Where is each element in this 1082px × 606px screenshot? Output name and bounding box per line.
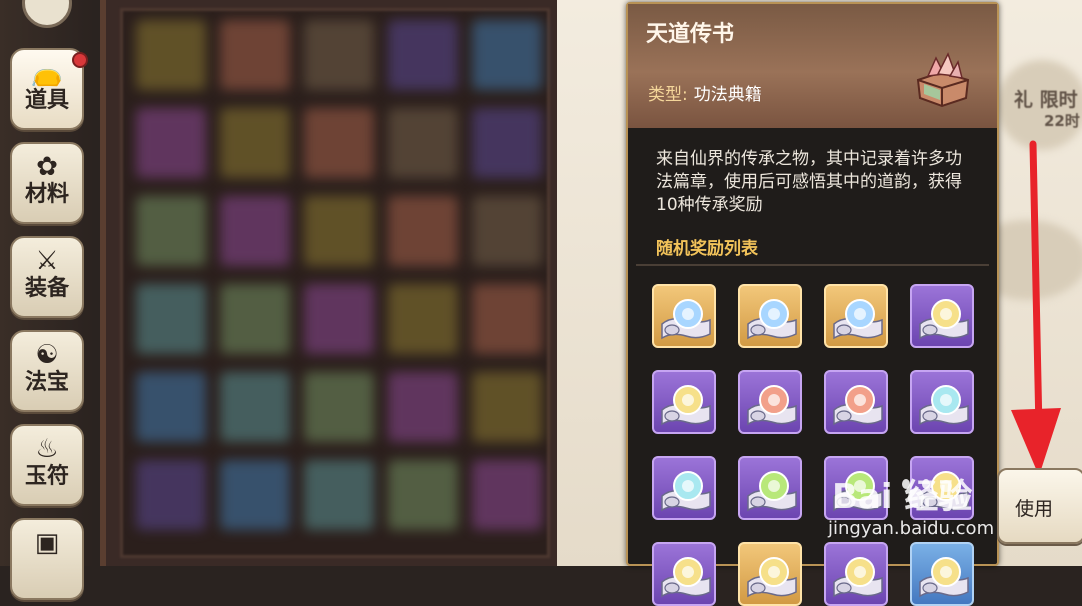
scroll-orb-icon [747,557,797,598]
back-button[interactable] [22,0,72,28]
inventory-slot[interactable] [220,372,290,442]
reward-item[interactable] [738,370,802,434]
inventory-slot[interactable] [220,284,290,354]
inventory-slot[interactable] [304,460,374,530]
notification-dot [72,52,88,68]
inventory-slot[interactable] [304,20,374,90]
inventory-slot[interactable] [388,196,458,266]
scroll-orb-icon [919,557,969,598]
scroll-chest-icon [916,52,970,108]
inventory-slot[interactable] [388,372,458,442]
watermark-brand: Bai 经验 [832,477,972,517]
scroll-orb-icon [747,471,797,512]
reward-item[interactable] [738,542,802,606]
baidu-paw-logo: Bai 经验 [832,477,972,517]
reward-item[interactable] [824,284,888,348]
item-name: 天道传书 [646,22,735,47]
armor-icon: ⚔ [35,246,59,276]
inventory-slot[interactable] [220,196,290,266]
category-sidebar: 👝 道具 ✿ 材料 ⚔ 装备 ☯ 法宝 ♨ 玉符 ▣ [0,0,92,600]
inventory-slot[interactable] [388,108,458,178]
bag-icon: 👝 [30,58,64,88]
reward-item[interactable] [824,370,888,434]
inventory-slot[interactable] [472,196,542,266]
scroll-orb-icon [661,299,711,340]
tab-talismans[interactable]: ♨ 玉符 [10,424,84,506]
inventory-slot[interactable] [220,20,290,90]
reward-item[interactable] [652,542,716,606]
inventory-slot[interactable] [388,460,458,530]
reward-item[interactable] [652,284,716,348]
herb-icon: ✿ [36,152,58,182]
inventory-slot[interactable] [472,108,542,178]
tab-materials[interactable]: ✿ 材料 [10,142,84,224]
inventory-slot[interactable] [304,284,374,354]
red-arrow-icon [1011,140,1061,476]
chest-icon: ▣ [34,528,60,558]
reward-item[interactable] [738,456,802,520]
item-header: 天道传书 类型: 功法典籍 [628,4,997,128]
reward-list-title: 随机奖励列表 [656,239,758,259]
inventory-slot[interactable] [220,108,290,178]
inventory-slot[interactable] [136,284,206,354]
tab-more[interactable]: ▣ [10,518,84,600]
inventory-slot[interactable] [472,284,542,354]
tab-equipment[interactable]: ⚔ 装备 [10,236,84,318]
inventory-slot[interactable] [304,108,374,178]
inventory-slot[interactable] [388,284,458,354]
reward-item[interactable] [652,456,716,520]
reward-item[interactable] [652,370,716,434]
inventory-grid [100,0,569,566]
treasure-icon: ☯ [35,340,59,370]
inventory-slot[interactable] [388,20,458,90]
scroll-orb-icon [747,385,797,426]
tab-treasures[interactable]: ☯ 法宝 [10,330,84,412]
inventory-slot[interactable] [304,196,374,266]
inventory-slot[interactable] [136,196,206,266]
scroll-orb-icon [661,557,711,598]
inventory-slot[interactable] [136,108,206,178]
scroll-orb-icon [919,385,969,426]
inventory-slot[interactable] [136,372,206,442]
inventory-slot[interactable] [304,372,374,442]
inventory-slot[interactable] [220,460,290,530]
inventory-slot[interactable] [472,460,542,530]
reward-item[interactable] [910,370,974,434]
event-timer-text: 22时 [1044,112,1080,130]
divider [636,264,989,266]
reward-item[interactable] [910,542,974,606]
scroll-orb-icon [661,471,711,512]
scroll-orb-icon [833,385,883,426]
scroll-orb-icon [747,299,797,340]
scroll-orb-icon [833,557,883,598]
talisman-icon: ♨ [35,434,59,464]
reward-item[interactable] [910,284,974,348]
inventory-slot[interactable] [136,460,206,530]
watermark-url: jingyan.baidu.com [828,518,995,539]
inventory-slot[interactable] [472,372,542,442]
item-description: 来自仙界的传承之物，其中记录着许多功法篇章，使用后可感悟其中的道韵，获得10种传… [656,149,962,215]
event-banner-text: 礼 限时 [1014,89,1078,111]
scroll-orb-icon [661,385,711,426]
inventory-slot[interactable] [472,20,542,90]
reward-item[interactable] [738,284,802,348]
inventory-slot[interactable] [136,20,206,90]
item-type: 类型: 功法典籍 [648,85,762,105]
reward-item[interactable] [824,542,888,606]
scroll-orb-icon [919,299,969,340]
scroll-orb-icon [833,299,883,340]
